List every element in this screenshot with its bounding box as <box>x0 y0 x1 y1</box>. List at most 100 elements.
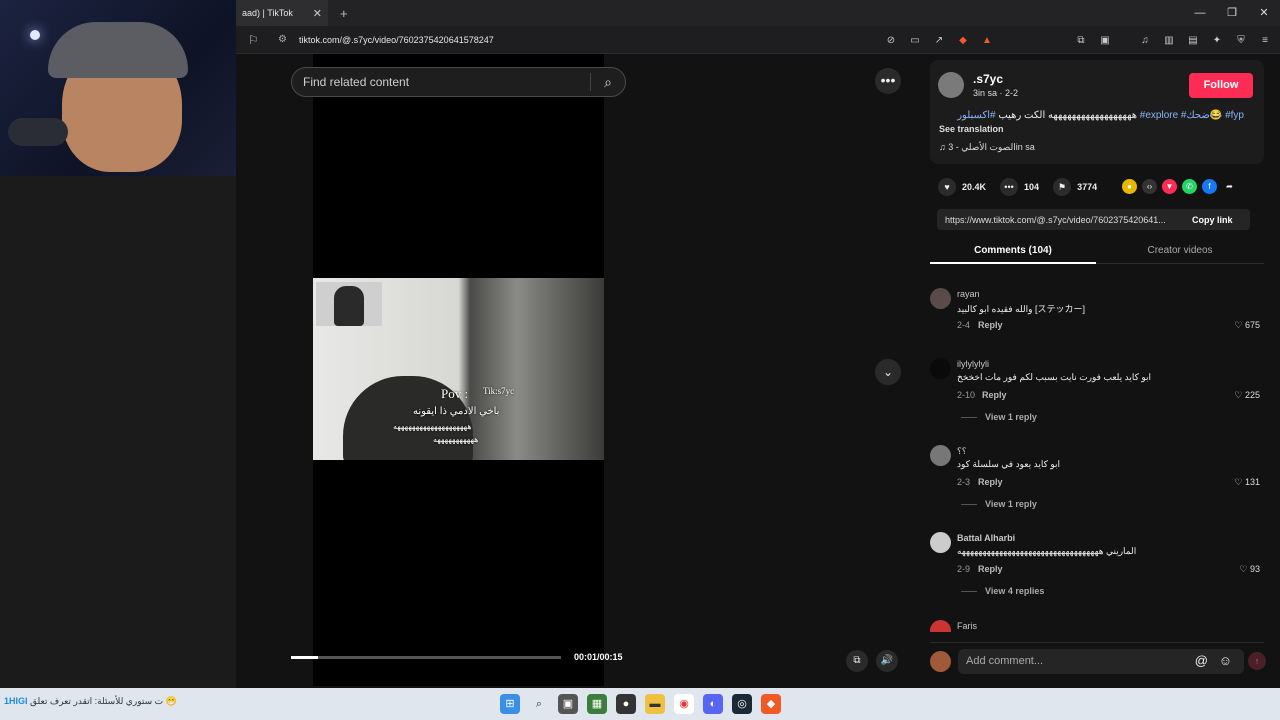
toolbar-icons: ⊘ ▭ ↗ ◆ ▲ ⧉ ▣ ♫ ▥ ▤ ✦ ⛨ ≡ <box>884 26 1272 54</box>
task-view-icon[interactable]: ▣ <box>558 694 578 714</box>
menu-icon[interactable]: ≡ <box>1258 35 1272 46</box>
comment-icon[interactable]: ••• <box>1000 178 1019 196</box>
browser-tab[interactable]: aad) | TikTok ✕ <box>236 0 328 26</box>
see-translation-link[interactable]: See translation <box>939 124 1004 134</box>
comment-input[interactable]: Add comment... @ ☺ <box>958 649 1244 674</box>
commenter-name[interactable]: Faris <box>957 621 977 631</box>
emoji-icon[interactable]: ☺ <box>1219 653 1232 668</box>
author-avatar[interactable] <box>938 72 964 98</box>
view-replies-link[interactable]: View 1 reply <box>961 499 1037 509</box>
bookmark-icon[interactable]: ⚐ <box>248 33 264 47</box>
hashtag[interactable]: #fyp <box>1225 110 1244 121</box>
heart-outline-icon: ♡ <box>1234 477 1245 487</box>
hashtag[interactable]: #اكسبلور <box>957 110 995 121</box>
music-link[interactable]: ♫ الصوت الأصلي - 3in sa <box>939 142 1035 153</box>
app-icon[interactable]: ▦ <box>587 694 607 714</box>
bookmark-save-icon[interactable]: ⚑ <box>1053 178 1072 196</box>
inset-person <box>334 286 364 326</box>
comment-date: 2-4 <box>957 320 971 330</box>
pip-icon[interactable]: ⧉ <box>846 650 868 672</box>
search-icon[interactable]: ⌕ <box>591 74 625 91</box>
wallet-icon[interactable]: ▤ <box>1186 35 1200 46</box>
site-settings-icon[interactable]: ⚙ <box>278 34 287 45</box>
taskbar-channel: 1HIGI <box>4 696 28 706</box>
minimize-icon[interactable]: — <box>1184 0 1216 26</box>
next-video-chevron-icon[interactable]: ⌄ <box>875 359 901 385</box>
commenter-avatar[interactable] <box>930 620 951 632</box>
commenter-name[interactable]: rayan <box>957 289 980 299</box>
comments-list: rayan والله فقيده ابو كالبيد [ステッカー] 2-4… <box>930 286 1264 632</box>
commenter-avatar[interactable] <box>930 358 951 379</box>
hashtag[interactable]: #explore <box>1140 110 1178 121</box>
comment-like[interactable]: ♡ 131 <box>1234 477 1260 488</box>
mention-icon[interactable]: @ <box>1195 653 1208 668</box>
taskbar: 1HIGI ت ستوري للأسئلة: اتقدر تعرف تعلق 😁… <box>0 688 1280 720</box>
discord-icon[interactable]: ◐ <box>703 694 723 714</box>
tab-comments[interactable]: Comments (104) <box>930 238 1096 264</box>
reply-button[interactable]: Reply <box>978 477 1003 487</box>
restore-icon[interactable]: ❐ <box>1216 0 1248 26</box>
commenter-avatar[interactable] <box>930 532 951 553</box>
close-window-icon[interactable]: ✕ <box>1248 0 1280 26</box>
copy-link-button[interactable]: Copy link <box>1192 215 1250 225</box>
search-input[interactable]: Find related content <box>303 75 590 89</box>
share-icon[interactable]: ↗ <box>932 35 946 46</box>
commenter-name[interactable]: ilylylylyli <box>957 359 989 369</box>
no-translate-icon[interactable]: ⊘ <box>884 35 898 46</box>
author-username[interactable]: .s7yc <box>973 72 1003 86</box>
sidebar-icon[interactable]: ▥ <box>1162 35 1176 46</box>
browser-window: aad) | TikTok ✕ + — ❐ ✕ ⚐ ⚙ tiktok.com/@… <box>236 0 1280 688</box>
view-replies-link[interactable]: View 4 replies <box>961 586 1044 596</box>
description-text: ههههههههههههههههههه الكت رهيب <box>995 110 1137 121</box>
tab-title: aad) | TikTok <box>242 8 293 18</box>
comment-like[interactable]: ♡ 93 <box>1239 564 1260 575</box>
chrome-icon[interactable]: ◉ <box>674 694 694 714</box>
copy-link-row: https://www.tiktok.com/@.s7yc/video/7602… <box>937 209 1250 230</box>
reply-button[interactable]: Reply <box>982 390 1007 400</box>
hashtag[interactable]: #ضحك😂 <box>1181 110 1222 121</box>
coin-icon[interactable]: ● <box>1122 179 1137 194</box>
whatsapp-icon[interactable]: ✆ <box>1182 179 1197 194</box>
brave-icon[interactable]: ◆ <box>761 694 781 714</box>
like-heart-icon[interactable]: ♥ <box>938 178 956 196</box>
overlay-pov: Pov : <box>441 386 469 401</box>
send-arrow-icon[interactable]: ↑ <box>1248 652 1266 670</box>
music-icon[interactable]: ♫ <box>1138 35 1152 46</box>
cast-icon[interactable]: ▭ <box>908 35 922 46</box>
obs-icon[interactable]: ● <box>616 694 636 714</box>
commenter-avatar[interactable] <box>930 288 951 309</box>
video-progress-bar[interactable] <box>291 656 561 659</box>
reply-button[interactable]: Reply <box>978 320 1003 330</box>
share-arrow-icon[interactable]: ➦ <box>1222 179 1237 194</box>
commenter-name[interactable]: Battal Alharbi <box>957 533 1015 543</box>
folder-icon[interactable]: ▬ <box>645 694 665 714</box>
comment-like[interactable]: ♡ 225 <box>1234 390 1260 401</box>
tab-creator-videos[interactable]: Creator videos <box>1096 238 1264 264</box>
video-frame: Pov : Tik:s7yc باخي الادمي ذا ايقونه ههه… <box>313 278 604 460</box>
brave-shield-icon[interactable]: ◆ <box>956 35 970 46</box>
extensions-icon[interactable]: ⧉ <box>1074 35 1088 46</box>
search-taskbar-icon[interactable]: ⌕ <box>529 694 549 714</box>
commenter-name[interactable]: ؟؟ <box>957 446 967 457</box>
steam-icon[interactable]: ◎ <box>732 694 752 714</box>
reply-button[interactable]: Reply <box>978 564 1003 574</box>
facebook-icon[interactable]: f <box>1202 179 1217 194</box>
start-icon[interactable]: ⊞ <box>500 694 520 714</box>
vpn-icon[interactable]: ⛨ <box>1234 35 1248 46</box>
brave-rewards-icon[interactable]: ▲ <box>980 35 994 46</box>
screenshot-icon[interactable]: ▣ <box>1098 35 1112 46</box>
commenter-avatar[interactable] <box>930 445 951 466</box>
leo-icon[interactable]: ✦ <box>1210 35 1224 46</box>
search-bar[interactable]: Find related content ⌕ <box>291 67 626 97</box>
view-replies-link[interactable]: View 1 reply <box>961 412 1037 422</box>
comment-like[interactable]: ♡ 675 <box>1234 320 1260 331</box>
url-field[interactable]: tiktok.com/@.s7yc/video/7602375420641578… <box>299 35 494 45</box>
more-options-icon[interactable]: ••• <box>875 68 901 94</box>
volume-icon[interactable]: 🔊 <box>876 650 898 672</box>
comment-like-count: 131 <box>1244 477 1260 487</box>
send-friend-icon[interactable]: ▼ <box>1162 179 1177 194</box>
follow-button[interactable]: Follow <box>1189 73 1253 98</box>
close-tab-icon[interactable]: ✕ <box>313 7 322 20</box>
new-tab-icon[interactable]: + <box>340 6 348 21</box>
embed-icon[interactable]: ‹› <box>1142 179 1157 194</box>
